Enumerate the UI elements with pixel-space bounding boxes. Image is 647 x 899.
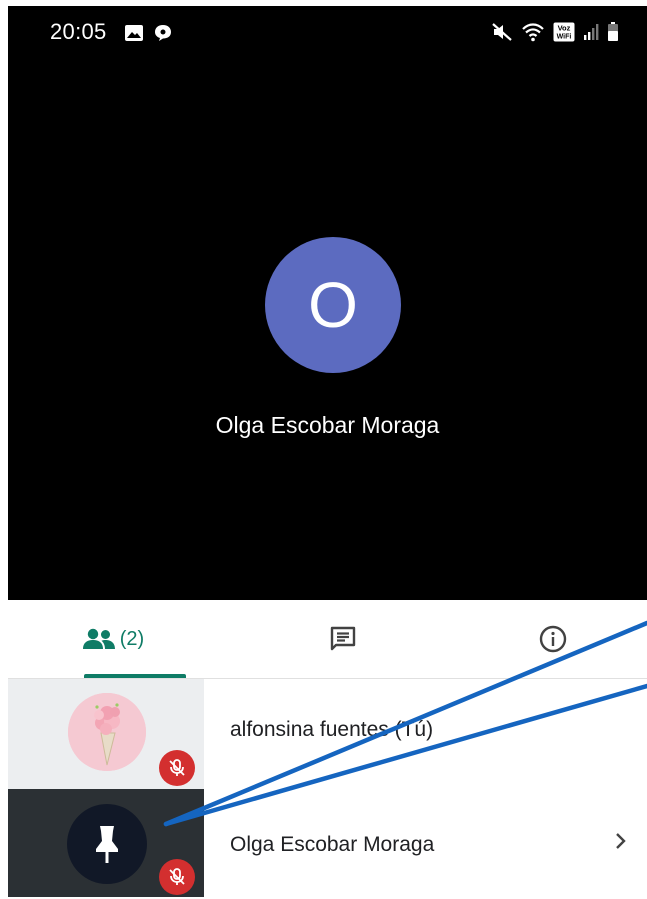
- ice-cream-photo-avatar: [68, 693, 146, 771]
- pin-icon[interactable]: [67, 804, 147, 884]
- gallery-icon: [125, 25, 143, 41]
- participant-thumbnail: [8, 679, 204, 789]
- participant-name: Olga Escobar Moraga: [215, 412, 440, 438]
- signal-icon: [584, 24, 599, 40]
- voz-wifi-icon: Voz WiFi: [553, 22, 575, 42]
- participant-row[interactable]: Olga Escobar Moraga: [8, 789, 647, 899]
- chevron-right-icon[interactable]: [613, 829, 629, 853]
- wifi-label: WiFi: [557, 34, 572, 41]
- tab-bar: (2): [8, 600, 647, 679]
- status-bar: 20:05 Voz WiFi: [8, 6, 647, 58]
- chat-bubble-icon: [155, 25, 171, 41]
- mic-off-icon: [169, 868, 185, 885]
- voz-label: Voz: [558, 24, 571, 33]
- tab-info[interactable]: [518, 600, 588, 678]
- avatar-initial: O: [308, 269, 358, 341]
- tab-people[interactable]: (2): [38, 600, 188, 678]
- people-icon: [82, 628, 115, 649]
- people-count: (2): [119, 627, 145, 650]
- participant-avatar: O: [265, 237, 401, 373]
- chat-icon: [330, 626, 356, 651]
- mic-off-icon: [169, 759, 185, 776]
- battery-icon: [608, 22, 618, 41]
- muted-badge: [159, 859, 195, 895]
- status-time: 20:05: [50, 19, 107, 44]
- muted-badge: [159, 750, 195, 786]
- info-icon: [539, 625, 567, 653]
- wifi-icon: [522, 23, 544, 42]
- participant-row-name: Olga Escobar Moraga: [230, 833, 435, 856]
- mute-icon: [492, 23, 512, 41]
- call-video-area[interactable]: 20:05 Voz WiFi O Olga Escobar Moraga: [8, 6, 647, 600]
- participant-thumbnail: [8, 789, 204, 897]
- participant-row[interactable]: alfonsina fuentes (Tú): [8, 679, 647, 789]
- participant-row-name: alfonsina fuentes (Tú): [230, 718, 434, 741]
- status-right-icons: Voz WiFi: [491, 22, 619, 42]
- pinned-avatar: [67, 804, 147, 884]
- active-tab-indicator: [84, 674, 186, 678]
- ice-cream-icon: [68, 693, 146, 771]
- status-left-icons: [124, 24, 172, 42]
- tab-chat[interactable]: [308, 600, 378, 678]
